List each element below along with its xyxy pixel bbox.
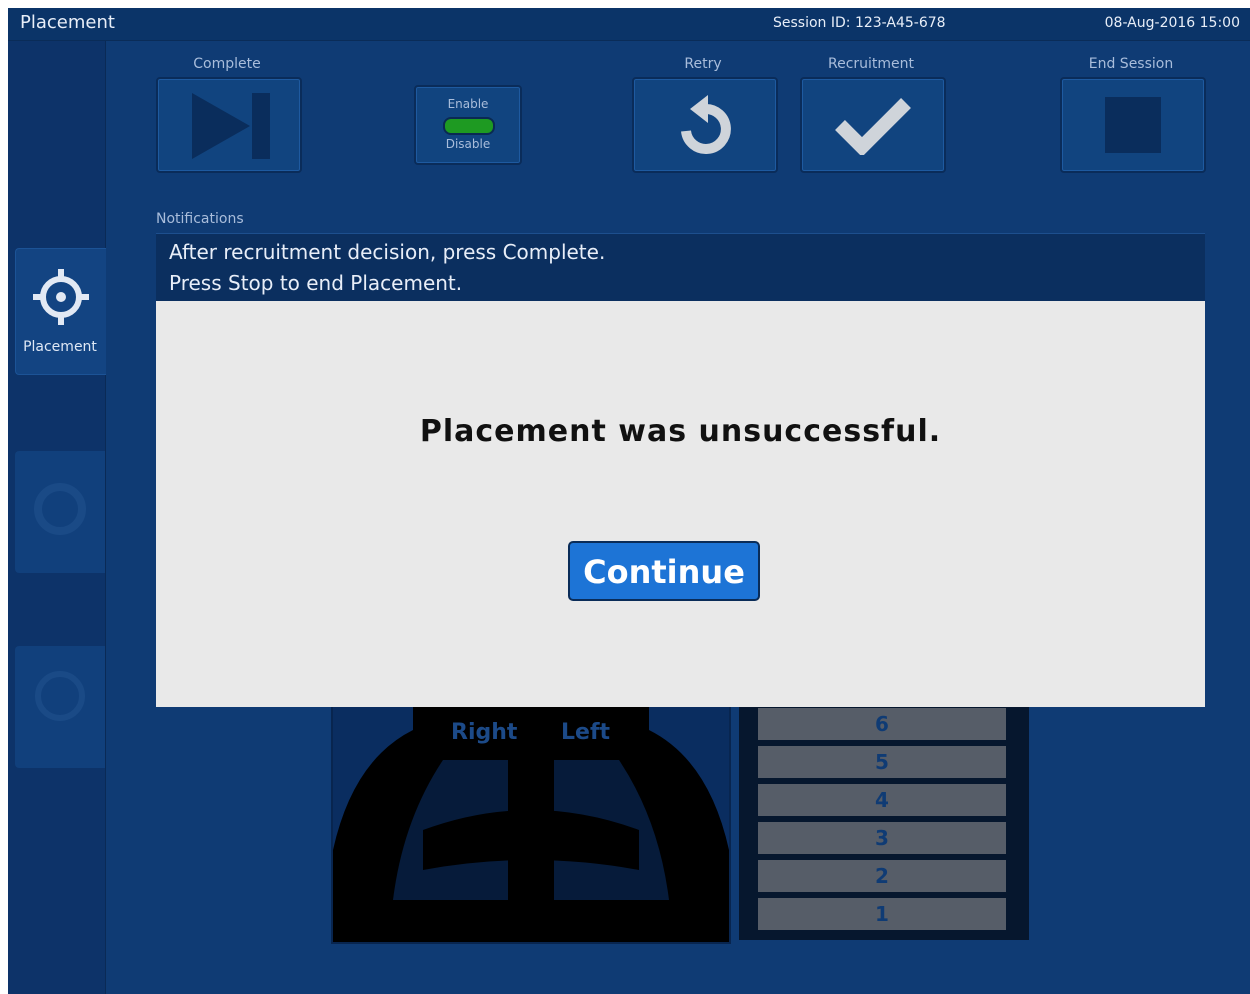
ring-icon (35, 671, 85, 721)
toggle-disable-label: Disable (445, 137, 491, 151)
lung-silhouette-icon (333, 700, 729, 942)
stop-icon (1105, 97, 1161, 153)
complete-label: Complete (193, 56, 261, 72)
continue-button[interactable]: Continue (568, 541, 760, 601)
end-session-button[interactable] (1060, 77, 1206, 173)
toggle-enable-label: Enable (447, 97, 489, 111)
dialog-message: Placement was unsuccessful. (419, 414, 942, 449)
session-id: Session ID: 123-A45-678 (773, 15, 946, 31)
title-bar: Placement Session ID: 123-A45-678 08-Aug… (8, 8, 1250, 41)
checkmark-icon (835, 98, 911, 155)
gear-icon (34, 483, 86, 535)
result-dialog: Placement was unsuccessful. Continue (156, 301, 1205, 707)
level-6[interactable]: 6 (758, 708, 1006, 740)
skip-forward-icon (192, 93, 270, 159)
left-lung-label: Left (561, 720, 611, 745)
recruitment-button[interactable] (800, 77, 946, 173)
level-2[interactable]: 2 (758, 860, 1006, 892)
application-screen: Placement Session ID: 123-A45-678 08-Aug… (8, 8, 1250, 994)
level-1[interactable]: 1 (758, 898, 1006, 930)
level-5[interactable]: 5 (758, 746, 1006, 778)
notification-line: After recruitment decision, press Comple… (169, 240, 606, 264)
sidebar-item-label: Placement (23, 339, 97, 355)
end-session-label: End Session (1088, 56, 1174, 72)
sidebar: Placement (8, 41, 106, 994)
lung-diagram: Right Left (331, 698, 731, 944)
enable-disable-toggle[interactable]: Enable Disable (414, 85, 522, 165)
crosshair-target-icon (33, 269, 89, 325)
level-4[interactable]: 4 (758, 784, 1006, 816)
sidebar-item-ring[interactable] (15, 646, 105, 768)
level-ladder: 6 5 4 3 2 1 (739, 698, 1029, 940)
sidebar-item-placement[interactable]: Placement (15, 248, 106, 375)
toggle-indicator[interactable] (443, 117, 495, 135)
window-title: Placement (20, 12, 115, 33)
notifications-panel: After recruitment decision, press Comple… (156, 233, 1205, 306)
level-3[interactable]: 3 (758, 822, 1006, 854)
sidebar-item-gear[interactable] (15, 451, 105, 573)
complete-button[interactable] (156, 77, 302, 173)
notification-line: Press Stop to end Placement. (169, 271, 463, 295)
retry-button[interactable] (632, 77, 778, 173)
recruitment-label: Recruitment (827, 56, 915, 72)
retry-label: Retry (684, 56, 722, 72)
retry-icon (681, 95, 731, 154)
notifications-label: Notifications (156, 211, 244, 227)
right-lung-label: Right (451, 720, 518, 745)
date-time: 08-Aug-2016 15:00 (1104, 15, 1240, 31)
